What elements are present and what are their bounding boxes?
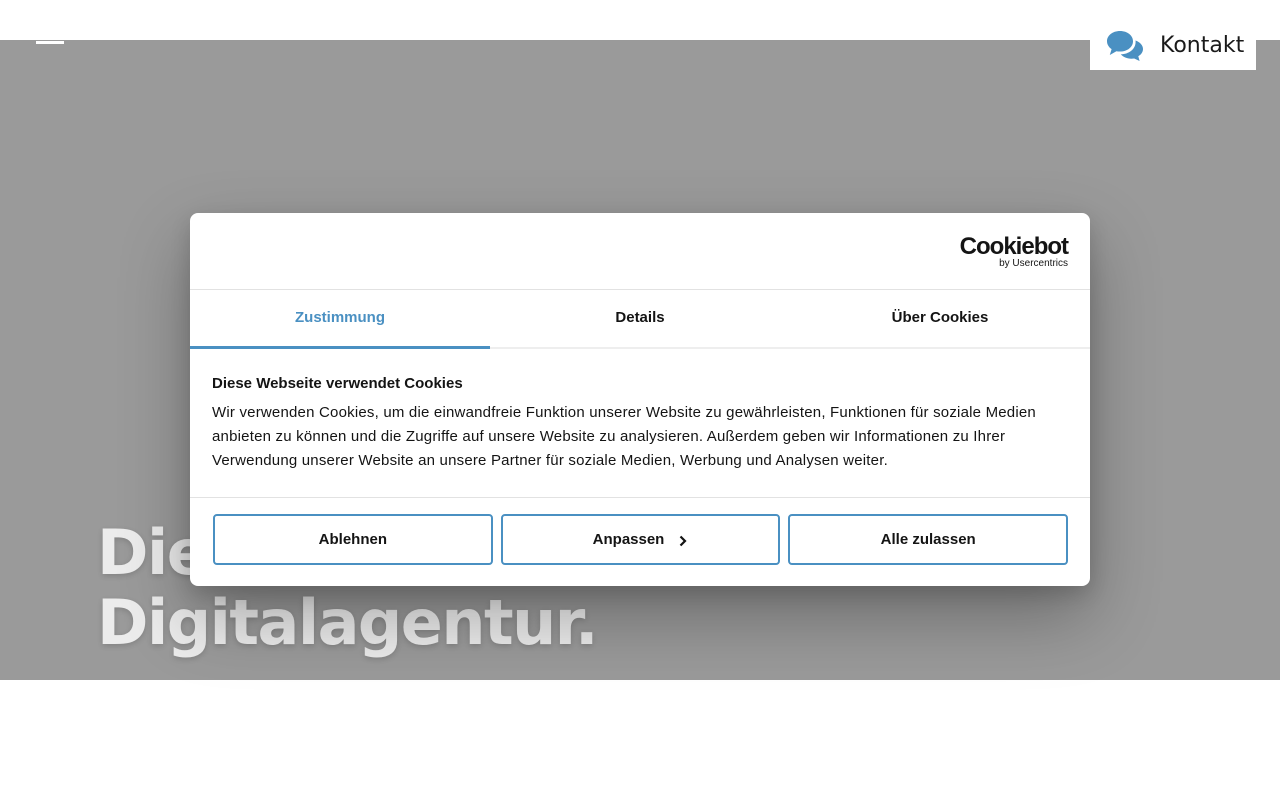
customize-button[interactable]: Anpassen (500, 514, 781, 565)
chat-bubbles-icon (1106, 29, 1144, 61)
accept-all-button[interactable]: Alle zulassen (788, 514, 1069, 565)
top-bar (0, 0, 1280, 40)
cookie-dialog-actions: Ablehnen Anpassen Alle zulassen (190, 498, 1090, 565)
decline-button-label: Ablehnen (318, 531, 387, 548)
cookie-dialog-title: Diese Webseite verwendet Cookies (212, 375, 463, 392)
contact-label: Kontakt (1160, 32, 1245, 58)
hero-title-line-2: Digitalagentur. (97, 586, 599, 659)
cookie-dialog-tabs: Zustimmung Details Über Cookies (190, 290, 1090, 349)
hamburger-icon[interactable] (36, 36, 64, 46)
cookie-dialog-body: Diese Webseite verwendet Cookies Wir ver… (190, 349, 1090, 498)
cookie-dialog-header: Cookiebot by Usercentrics (190, 213, 1090, 290)
hamburger-bar (36, 41, 64, 44)
page: Die Digitalagentur. Kontakt Cookiebot by… (0, 0, 1280, 800)
cookiebot-logo: Cookiebot by Usercentrics (959, 233, 1069, 270)
contact-button[interactable]: Kontakt (1090, 20, 1256, 70)
accept-all-button-label: Alle zulassen (880, 531, 976, 548)
customize-button-label: Anpassen (592, 531, 665, 548)
tab-ueber-cookies[interactable]: Über Cookies (790, 290, 1090, 347)
chevron-right-icon (678, 534, 688, 546)
cookiebot-logo-brand: Cookiebot (959, 233, 1069, 260)
tab-details[interactable]: Details (490, 290, 790, 347)
tab-zustimmung[interactable]: Zustimmung (190, 290, 490, 349)
cookie-consent-dialog: Cookiebot by Usercentrics Zustimmung Det… (190, 213, 1090, 586)
cookie-dialog-text: Wir verwenden Cookies, um die einwandfre… (212, 404, 1036, 469)
decline-button[interactable]: Ablehnen (213, 514, 493, 565)
